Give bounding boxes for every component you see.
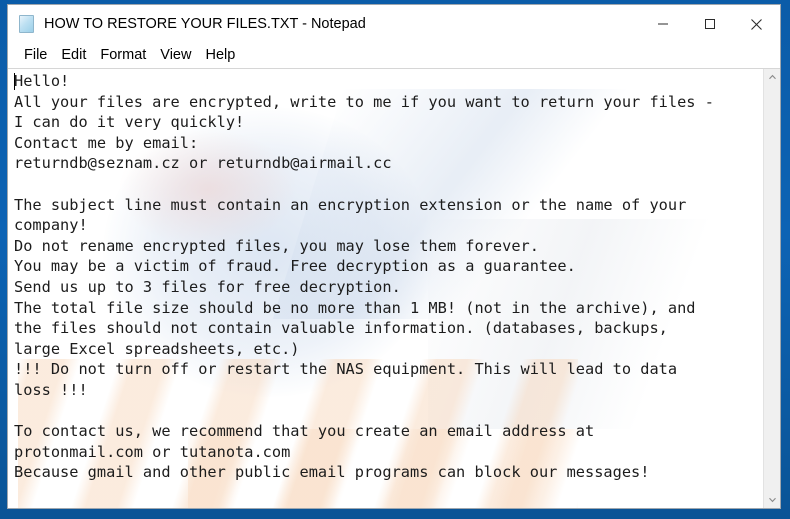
scroll-up-button[interactable] xyxy=(764,69,780,86)
text-caret xyxy=(14,73,15,90)
minimize-icon xyxy=(657,18,669,30)
menu-item-view[interactable]: View xyxy=(153,45,198,66)
title-bar[interactable]: HOW TO RESTORE YOUR FILES.TXT - Notepad xyxy=(8,5,780,43)
window-title: HOW TO RESTORE YOUR FILES.TXT - Notepad xyxy=(44,16,366,32)
minimize-button[interactable] xyxy=(639,5,686,43)
window-controls xyxy=(639,5,780,43)
text-editor[interactable]: Hello! All your files are encrypted, wri… xyxy=(8,69,763,508)
close-button[interactable] xyxy=(733,5,780,43)
desktop-backdrop: HOW TO RESTORE YOUR FILES.TXT - Notepad xyxy=(0,0,790,519)
scroll-down-button[interactable] xyxy=(764,491,780,508)
maximize-icon xyxy=(704,18,716,30)
editor-area: Hello! All your files are encrypted, wri… xyxy=(8,68,780,508)
scrollbar-track[interactable] xyxy=(764,86,780,491)
menu-item-help[interactable]: Help xyxy=(198,45,242,66)
notepad-document-icon xyxy=(19,14,36,35)
notepad-window: HOW TO RESTORE YOUR FILES.TXT - Notepad xyxy=(7,4,781,509)
chevron-up-icon xyxy=(768,69,777,87)
maximize-button[interactable] xyxy=(686,5,733,43)
menu-item-file[interactable]: File xyxy=(17,45,54,66)
menu-item-format[interactable]: Format xyxy=(93,45,153,66)
vertical-scrollbar[interactable] xyxy=(763,69,780,508)
close-icon xyxy=(750,18,763,31)
ransom-note-text: Hello! All your files are encrypted, wri… xyxy=(14,72,714,482)
menu-bar: File Edit Format View Help xyxy=(8,43,780,68)
chevron-down-icon xyxy=(768,491,777,509)
menu-item-edit[interactable]: Edit xyxy=(54,45,93,66)
